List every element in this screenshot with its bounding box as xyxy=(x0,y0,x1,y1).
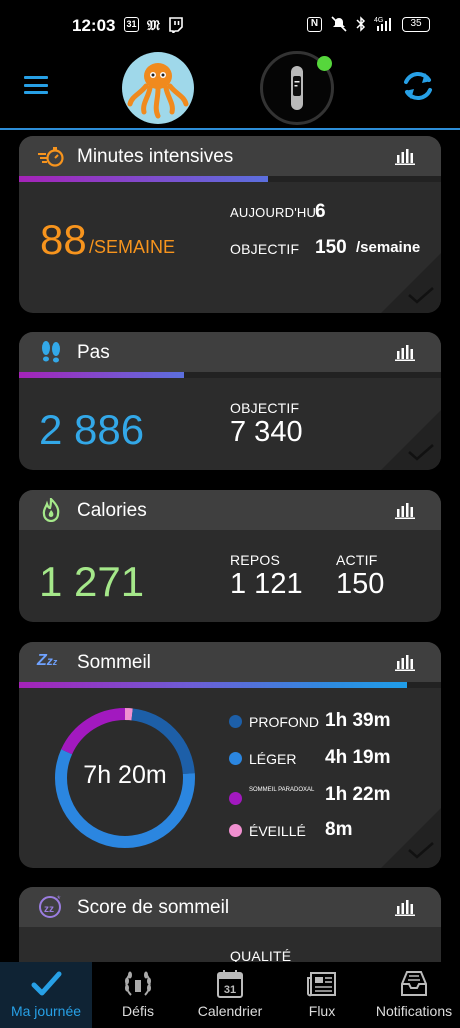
sync-button[interactable] xyxy=(398,66,438,106)
bluetooth-icon xyxy=(356,16,366,32)
laurel-icon xyxy=(125,971,151,996)
today-label: AUJOURD'HUI xyxy=(230,205,320,220)
steps-progress-bar xyxy=(19,372,441,378)
goal-check-corner xyxy=(381,253,441,313)
inbox-tray-icon xyxy=(401,971,427,996)
intensity-goal-value: 150 xyxy=(315,237,347,258)
steps-goal-value: 7 340 xyxy=(230,416,303,448)
steps-card-title: Pas xyxy=(77,342,110,363)
lemonde-notification-icon: 𝔐 xyxy=(147,17,160,33)
signal-icon: 4G xyxy=(374,17,391,31)
bar-chart-icon[interactable] xyxy=(395,502,415,519)
steps-value: 2 886 xyxy=(39,406,145,453)
tab-feed[interactable]: Flux xyxy=(276,962,368,1028)
sleep-progress-fill xyxy=(19,682,408,688)
intensity-unit: /SEMAINE xyxy=(89,237,176,257)
checkmark-icon xyxy=(408,287,434,304)
steps-card[interactable]: Pas 2 886 OBJECTIF 7 340 xyxy=(19,332,441,470)
tab-my-day[interactable]: Ma journée xyxy=(0,962,92,1028)
sleep-score-card-title: Score de sommeil xyxy=(77,897,230,918)
calendar-icon-day: 31 xyxy=(224,984,236,996)
twitch-icon xyxy=(169,17,183,33)
light-sleep-dot xyxy=(229,752,242,765)
sleep-card[interactable]: Zzz Sommeil 7h 20m PROFOND 1h 39m LÉGER … xyxy=(19,642,441,868)
header-divider xyxy=(0,128,460,130)
steps-goal-label: OBJECTIF xyxy=(230,400,300,416)
intensity-progress-fill xyxy=(19,176,268,182)
tab-challenges-label: Défis xyxy=(122,1003,154,1019)
zzz-icon: Zzz xyxy=(37,652,58,669)
today-value: 6 xyxy=(315,201,326,222)
octopus-icon xyxy=(127,63,189,119)
rem-sleep-value: 1h 22m xyxy=(325,784,391,805)
rest-calories-value: 1 121 xyxy=(230,568,303,600)
status-bar: 12:03 31 𝔐 N 4G 35 xyxy=(0,0,460,50)
calories-card[interactable]: Calories 1 271 REPOS 1 121 ACTIF 150 xyxy=(19,490,441,622)
svg-text:zz: zz xyxy=(44,904,54,915)
menu-button[interactable] xyxy=(24,76,48,94)
mute-icon xyxy=(331,16,347,32)
stopwatch-icon xyxy=(38,147,64,167)
light-sleep-label: LÉGER xyxy=(249,751,297,767)
intensity-minutes-card[interactable]: Minutes intensives 88 /SEMAINE AUJOURD'H… xyxy=(19,136,441,313)
intensity-card-title: Minutes intensives xyxy=(77,146,234,167)
menu-icon-bar xyxy=(24,76,48,79)
steps-progress-fill xyxy=(19,372,184,378)
flame-icon xyxy=(42,498,60,522)
intensity-value: 88 xyxy=(40,216,87,263)
tab-calendar-label: Calendrier xyxy=(197,1003,263,1019)
sleep-card-title: Sommeil xyxy=(77,652,151,673)
profile-avatar[interactable] xyxy=(122,52,194,124)
intensity-progress-bar xyxy=(19,176,441,182)
tab-notifications[interactable]: Notifications xyxy=(368,962,460,1028)
intensity-goal-label: OBJECTIF xyxy=(230,241,300,257)
svg-text:*: * xyxy=(57,895,61,904)
status-time: 12:03 xyxy=(72,16,116,35)
sleep-progress-bar xyxy=(19,682,441,688)
nfc-icon: N xyxy=(307,16,322,32)
bar-chart-icon[interactable] xyxy=(395,899,415,916)
bar-chart-icon[interactable] xyxy=(395,654,415,671)
sync-icon xyxy=(404,72,432,100)
footprints-icon xyxy=(42,341,60,363)
light-sleep-value: 4h 19m xyxy=(325,747,391,768)
device-connected-indicator xyxy=(317,56,332,71)
bar-chart-icon[interactable] xyxy=(395,148,415,165)
app-header xyxy=(0,50,460,130)
rem-sleep-dot xyxy=(229,792,242,805)
tab-calendar[interactable]: 31 Calendrier xyxy=(184,962,276,1028)
calories-value: 1 271 xyxy=(39,558,145,605)
active-calories-value: 150 xyxy=(336,568,385,600)
calendar-notification-icon: 31 xyxy=(124,17,139,32)
active-calories-label: ACTIF xyxy=(336,552,378,568)
network-type-label: 4G xyxy=(374,17,383,24)
tab-challenges[interactable]: Défis xyxy=(92,962,184,1028)
tab-feed-label: Flux xyxy=(308,1003,336,1019)
goal-check-corner xyxy=(381,808,441,868)
rem-sleep-label: SOMMEIL PARADOXAL xyxy=(249,787,315,793)
battery-icon: 35 xyxy=(402,16,430,32)
checkmark-icon xyxy=(408,444,434,461)
deep-sleep-value: 1h 39m xyxy=(325,710,391,731)
tab-notifications-label: Notifications xyxy=(375,1003,453,1019)
menu-icon-bar xyxy=(24,83,48,87)
awake-value: 8m xyxy=(325,819,353,840)
bar-chart-icon[interactable] xyxy=(395,344,415,361)
deep-sleep-dot xyxy=(229,715,242,728)
menu-icon-bar xyxy=(24,91,48,94)
calendar-icon: 31 xyxy=(217,970,243,998)
goal-check-corner xyxy=(381,410,441,470)
deep-sleep-label: PROFOND xyxy=(249,714,319,730)
checkmark-icon xyxy=(31,971,62,996)
sleep-score-icon: zz * xyxy=(39,895,61,918)
calories-card-title: Calories xyxy=(77,500,147,521)
awake-dot xyxy=(229,824,242,837)
tab-my-day-label: Ma journée xyxy=(10,1003,82,1019)
checkmark-icon xyxy=(408,842,434,859)
awake-label: ÉVEILLÉ xyxy=(249,823,306,839)
sleep-total: 7h 20m xyxy=(83,761,167,789)
rest-calories-label: REPOS xyxy=(230,552,281,568)
bottom-navigation: Ma journée Défis 31 Calendrier Flux Noti… xyxy=(0,962,460,1028)
newspaper-icon xyxy=(307,972,336,997)
